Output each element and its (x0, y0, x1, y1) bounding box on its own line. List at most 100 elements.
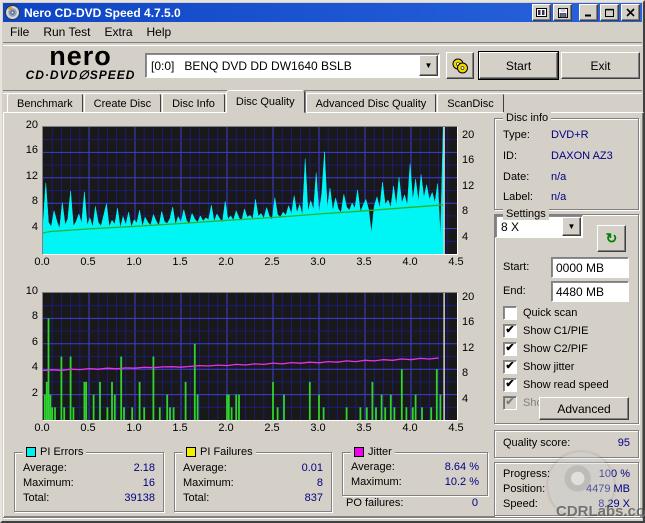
status-bar (3, 517, 642, 521)
y-axis-tick: 4 (31, 361, 38, 374)
po-failures-value: 0 (471, 497, 478, 509)
tab-disc-info[interactable]: Disc Info (162, 93, 225, 113)
results-window-button[interactable] (532, 4, 551, 21)
menu-help[interactable]: Help (140, 23, 179, 41)
start-position-field[interactable]: 0000 MB (551, 257, 629, 278)
checkbox-box: ✔ (503, 395, 517, 410)
x-axis-tick: 0.0 (34, 256, 50, 268)
window-title: Nero CD-DVD Speed 4.7.5.0 (24, 5, 181, 20)
x-axis-tick: 4.0 (402, 256, 418, 268)
checkbox-box[interactable]: ✔ (503, 323, 517, 338)
maximize-button[interactable] (600, 4, 619, 21)
x-axis-tick: 1.5 (172, 256, 188, 268)
chevron-down-icon: ▼ (567, 222, 576, 231)
drive-selector-dropdown-button[interactable]: ▼ (419, 55, 438, 76)
pi-errors-chart: 20 16 12 8 4 20 16 12 8 4 0.0 0.5 1.0 1.5 2.0 2.5 3.0 3… (8, 119, 496, 272)
disc-eject-icon (452, 58, 468, 73)
tab-scandisc[interactable]: ScanDisc (437, 93, 504, 113)
y-axis-tick: 20 (462, 291, 475, 303)
settings-panel: Settings 8 X ▼ ↻ Start: 0000 MB End: 448… (494, 208, 639, 424)
start-button[interactable]: Start (478, 51, 559, 80)
disc-date-value: n/a (551, 171, 567, 183)
pi-failures-chart: 10 8 6 4 2 20 16 12 8 4 0.0 0.5 1.0 1.5 2.0 2.5 3.0 3.5… (8, 285, 496, 438)
jitter-stats-panel: Jitter Average: 8.64 % Maximum: 10.2 % (342, 446, 488, 496)
title-bar: Nero CD-DVD Speed 4.7.5.0 (3, 3, 642, 22)
checkbox-show-read-speed[interactable]: ✔ Show read speed (503, 377, 609, 392)
nero-logo: nero CD·DVD∅SPEED (13, 41, 148, 83)
y-axis-tick: 20 (462, 129, 475, 141)
x-axis-tick: 1.0 (126, 256, 142, 268)
tab-strip: Benchmark Create Disc Disc Info Disc Qua… (7, 90, 642, 113)
close-button[interactable] (621, 4, 640, 21)
y-axis-tick: 12 (462, 179, 475, 192)
checkbox-show-c2-pif[interactable]: ✔ Show C2/PIF (503, 341, 588, 356)
drive-selector[interactable]: [0:0] BENQ DVD DD DW1640 BSLB ▼ (145, 53, 440, 78)
x-axis-tick: 2.0 (218, 256, 234, 268)
pi-errors-swatch (26, 447, 36, 457)
po-failures-row: PO failures: 0 (346, 497, 478, 509)
x-axis-tick: 3.5 (356, 422, 372, 434)
advanced-button[interactable]: Advanced (539, 397, 629, 420)
x-axis-tick: 2.0 (218, 422, 234, 434)
pi-failures-total: 837 (304, 492, 323, 504)
checkbox-box[interactable]: ✔ (503, 305, 517, 320)
header: nero CD·DVD∅SPEED [0:0] BENQ DVD DD DW16… (3, 41, 642, 90)
pi-failures-swatch (186, 447, 196, 457)
pi-failures-average: 0.01 (301, 462, 323, 474)
y-axis-tick: 4 (31, 220, 38, 233)
pi-failures-maximum: 8 (316, 477, 323, 489)
checkbox-show-c1-pie[interactable]: ✔ Show C1/PIE (503, 323, 588, 338)
cdspeed-logo-text: CD·DVD∅SPEED (25, 68, 136, 82)
quality-score-value: 95 (617, 437, 630, 449)
tab-benchmark[interactable]: Benchmark (7, 93, 83, 113)
menu-file[interactable]: File (3, 23, 36, 41)
exit-button[interactable]: Exit (561, 52, 640, 79)
progress-panel: Progress: 100 % Position: 4479 MB Speed: 8.… (494, 462, 639, 516)
minimize-button[interactable] (579, 4, 598, 21)
speed-selector-dropdown-button[interactable]: ▼ (562, 217, 581, 236)
checkbox-show-jitter[interactable]: ✔ Show jitter (503, 359, 574, 374)
disc-type-value: DVD+R (551, 129, 589, 141)
x-axis-tick: 3.0 (310, 256, 326, 268)
x-axis-tick: 3.0 (310, 422, 326, 434)
x-axis-tick: 0.5 (80, 256, 96, 268)
checkbox-box[interactable]: ✔ (503, 341, 517, 356)
save-report-button[interactable] (553, 4, 572, 21)
pi-failures-x-axis: 0.0 0.5 1.0 1.5 2.0 2.5 3.0 3.5 4.0 4.5 (8, 422, 496, 436)
pi-errors-maximum: 16 (142, 477, 155, 489)
menu-extra[interactable]: Extra (97, 23, 139, 41)
pi-errors-x-axis: 0.0 0.5 1.0 1.5 2.0 2.5 3.0 3.5 4.0 4.5 (8, 256, 496, 270)
y-axis-tick: 6 (31, 335, 38, 348)
pi-errors-plot-area (42, 126, 458, 255)
quality-score-panel: Quality score: 95 (494, 430, 639, 458)
pi-errors-legend: PI Errors (23, 446, 87, 458)
checkbox-box[interactable]: ✔ (503, 359, 517, 374)
pi-failures-stats-panel: PI Failures Average: 0.01 Maximum: 8 Total… (174, 446, 332, 512)
checkbox-box[interactable]: ✔ (503, 377, 517, 392)
pi-errors-right-axis: 20 16 12 8 4 (460, 120, 490, 260)
x-axis-tick: 3.5 (356, 256, 372, 268)
eject-disc-button[interactable] (446, 52, 474, 79)
app-icon (5, 5, 20, 20)
end-position-field[interactable]: 4480 MB (551, 281, 629, 302)
y-axis-tick: 12 (25, 169, 38, 182)
disc-id-value: DAXON AZ3 (551, 150, 613, 162)
checkbox-quick-scan[interactable]: ✔ Quick scan (503, 305, 577, 320)
tab-advanced-disc-quality[interactable]: Advanced Disc Quality (305, 93, 437, 113)
settings-legend: Settings (503, 208, 549, 220)
x-axis-tick: 4.5 (448, 422, 464, 434)
x-axis-tick: 0.5 (80, 422, 96, 434)
y-axis-tick: 16 (462, 154, 475, 167)
menu-run-test[interactable]: Run Test (36, 23, 97, 41)
progress-value: 100 % (598, 468, 630, 480)
pi-errors-total: 39138 (124, 492, 155, 504)
y-axis-tick: 16 (25, 144, 38, 157)
tab-create-disc[interactable]: Create Disc (83, 93, 162, 113)
nero-logo-text: nero (49, 41, 112, 71)
y-axis-tick: 8 (31, 310, 38, 323)
refresh-button[interactable]: ↻ (597, 225, 626, 252)
tab-disc-quality[interactable]: Disc Quality (225, 90, 305, 113)
menu-bar: File Run Test Extra Help (3, 22, 642, 42)
y-axis-tick: 20 (25, 119, 38, 131)
jitter-swatch (354, 447, 364, 457)
